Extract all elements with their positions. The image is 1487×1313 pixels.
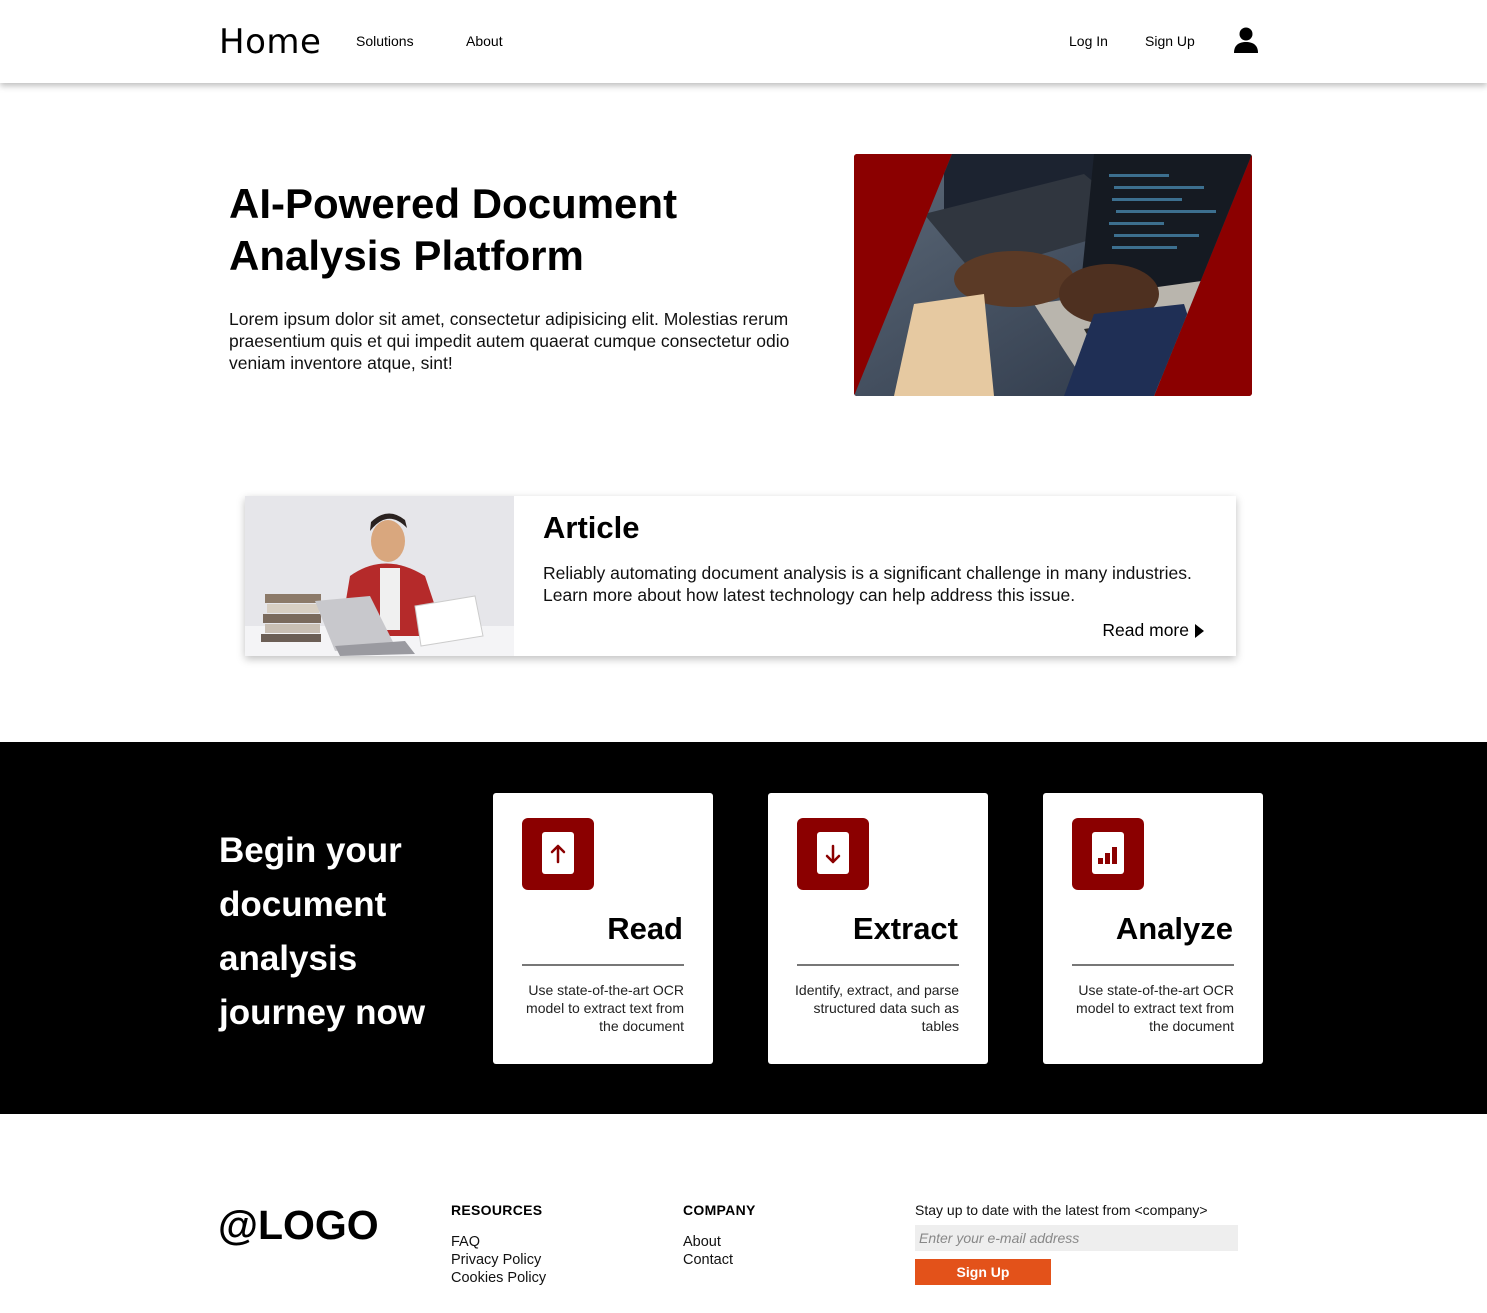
footer-company-heading: COMPANY — [683, 1202, 756, 1218]
feature-card-read[interactable]: Read Use state-of-the-art OCR model to e… — [493, 793, 713, 1064]
footer-link-faq[interactable]: FAQ — [451, 1233, 546, 1251]
footer-logo[interactable]: @LOGO — [218, 1202, 379, 1249]
download-arrow-icon — [797, 818, 869, 890]
feature-divider — [1072, 964, 1234, 966]
cta-band: Begin your document analysis journey now… — [0, 742, 1487, 1114]
article-image — [245, 496, 514, 656]
feature-desc-extract: Identify, extract, and parse structured … — [795, 982, 959, 1034]
email-field[interactable] — [915, 1225, 1238, 1251]
footer-link-about[interactable]: About — [683, 1233, 733, 1251]
feature-divider — [522, 964, 684, 966]
feature-card-extract[interactable]: Extract Identify, extract, and parse str… — [768, 793, 988, 1064]
cta-title: Begin your document analysis journey now — [219, 831, 426, 1032]
nav-login-link[interactable]: Log In — [1069, 33, 1108, 49]
upload-arrow-icon — [522, 818, 594, 890]
feature-desc-analyze: Use state-of-the-art OCR model to extrac… — [1076, 982, 1234, 1034]
nav-home-link[interactable]: Home — [219, 22, 321, 62]
feature-desc-read: Use state-of-the-art OCR model to extrac… — [526, 982, 684, 1034]
hero-laptop-photo — [854, 154, 1252, 396]
feature-title-read: Read — [607, 911, 683, 946]
footer-link-contact[interactable]: Contact — [683, 1251, 733, 1269]
hero-image — [854, 154, 1252, 396]
newsletter-signup-button[interactable]: Sign Up — [915, 1259, 1051, 1285]
user-icon[interactable] — [1232, 26, 1260, 54]
bar-chart-icon — [1072, 818, 1144, 890]
footer-resources-heading: RESOURCES — [451, 1202, 543, 1218]
feature-title-extract: Extract — [852, 911, 958, 946]
feature-card-analyze[interactable]: Analyze Use state-of-the-art OCR model t… — [1043, 793, 1263, 1064]
read-more-label: Read more — [1102, 620, 1189, 640]
top-navbar: Home Solutions About Log In Sign Up — [0, 0, 1487, 83]
nav-signup-link[interactable]: Sign Up — [1145, 33, 1195, 49]
footer-company-list: About Contact — [683, 1233, 733, 1269]
article-card: Article Reliably automating document ana… — [245, 496, 1236, 656]
hero-description: Lorem ipsum dolor sit amet, consectetur … — [229, 309, 790, 373]
footer-resources-list: FAQ Privacy Policy Cookies Policy — [451, 1233, 546, 1287]
footer-link-privacy[interactable]: Privacy Policy — [451, 1251, 546, 1269]
newsletter-text: Stay up to date with the latest from <co… — [915, 1202, 1208, 1218]
nav-solutions-link[interactable]: Solutions — [356, 33, 414, 49]
feature-divider — [797, 964, 959, 966]
feature-title-analyze: Analyze — [1115, 911, 1233, 946]
caret-right-icon — [1195, 623, 1204, 638]
article-title: Article — [543, 510, 640, 545]
student-photo — [245, 496, 514, 656]
footer-link-cookies[interactable]: Cookies Policy — [451, 1269, 546, 1287]
article-description: Reliably automating document analysis is… — [543, 563, 1192, 605]
nav-about-link[interactable]: About — [466, 33, 503, 49]
hero-title: AI-Powered Document Analysis Platform — [229, 180, 678, 279]
read-more-link[interactable]: Read more — [1102, 620, 1204, 641]
